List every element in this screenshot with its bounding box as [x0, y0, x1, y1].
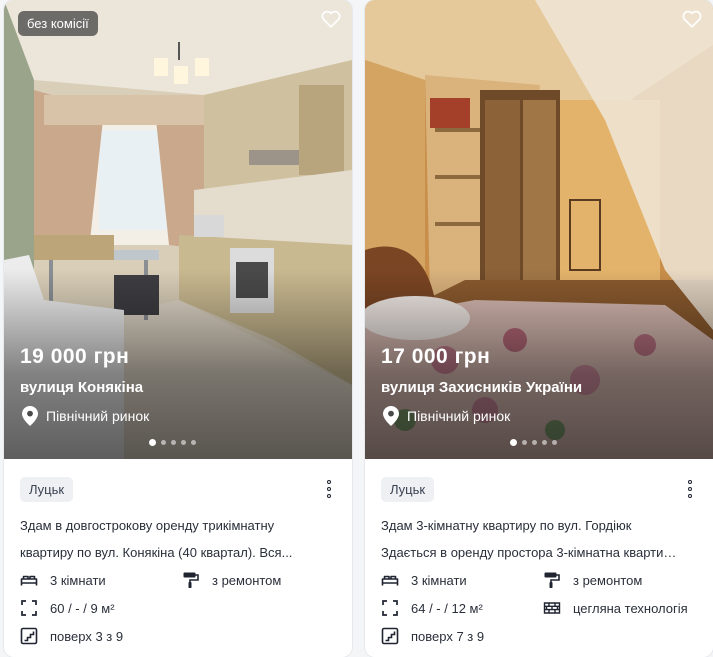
feature-label: 3 кімнати	[411, 572, 467, 588]
bed-icon	[381, 575, 399, 586]
description-line: Здам 3-кімнатну квартиру по вул. Гордіюк	[381, 518, 632, 533]
bed-icon	[20, 575, 38, 586]
feature-label: цегляна технологія	[573, 600, 688, 616]
feature-label: поверх 3 з 9	[50, 628, 124, 644]
photo-pagination[interactable]	[149, 439, 196, 446]
feature-floor: поверх 7 з 9	[381, 627, 484, 645]
paint-roller-icon	[544, 572, 560, 588]
map-pin-icon	[383, 406, 399, 426]
feature-label: з ремонтом	[573, 572, 643, 588]
paint-roller-icon	[183, 572, 199, 588]
kebab-menu-icon[interactable]	[326, 480, 332, 498]
listing-street: вулиця Захисників України	[381, 379, 583, 396]
heart-outline-icon[interactable]	[681, 8, 703, 30]
map-pin-icon	[22, 406, 38, 426]
photo-dot[interactable]	[542, 440, 547, 445]
listing-card[interactable]: без комісії 19 000 грн вулиця Конякіна П…	[4, 0, 352, 657]
listing-description[interactable]: Здам 3-кімнатну квартиру по вул. Гордіюк…	[381, 512, 679, 566]
location-label: Північний ринок	[46, 408, 150, 424]
feature-label: 64 / - / 12 м²	[411, 600, 483, 616]
listing-price: 19 000 грн	[20, 345, 130, 368]
listing-card[interactable]: 17 000 грн вулиця Захисників України Пів…	[365, 0, 713, 657]
listing-details: Луцьк Здам в довгострокову оренду трикім…	[4, 459, 352, 657]
location-label: Північний ринок	[407, 408, 511, 424]
photo-dot[interactable]	[191, 440, 196, 445]
feature-rooms: 3 кімнати	[20, 571, 106, 589]
area-frame-icon	[21, 600, 37, 616]
photo-dot[interactable]	[532, 440, 537, 445]
listing-location: Північний ринок	[22, 406, 149, 426]
feature-repair: з ремонтом	[182, 571, 281, 589]
photo-dot[interactable]	[161, 440, 166, 445]
city-tag[interactable]: Луцьк	[20, 477, 74, 502]
feature-label: поверх 7 з 9	[411, 628, 485, 644]
feature-area: 60 / - / 9 м²	[20, 599, 115, 617]
stairs-icon	[381, 627, 399, 645]
description-line: квартиру по вул. Конякіна (40 квартал). …	[20, 545, 293, 560]
listing-photo[interactable]: 17 000 грн вулиця Захисників України Пів…	[365, 0, 713, 459]
listing-details: Луцьк Здам 3-кімнатну квартиру по вул. Г…	[365, 459, 713, 657]
feature-label: 3 кімнати	[50, 572, 106, 588]
city-tag[interactable]: Луцьк	[381, 477, 435, 502]
listing-price: 17 000 грн	[381, 345, 491, 368]
feature-repair: з ремонтом	[543, 571, 642, 589]
photo-dot[interactable]	[510, 439, 517, 446]
feature-rooms: 3 кімнати	[381, 571, 467, 589]
feature-label: з ремонтом	[212, 572, 282, 588]
kebab-menu-icon[interactable]	[687, 480, 693, 498]
listing-street: вулиця Конякіна	[20, 379, 144, 396]
feature-floor: поверх 3 з 9	[20, 627, 123, 645]
brick-wall-icon	[543, 602, 561, 614]
description-line: Здається в оренду простора 3-кімнатна кв…	[381, 545, 679, 560]
photo-dot[interactable]	[522, 440, 527, 445]
listing-location: Північний ринок	[383, 406, 510, 426]
feature-label: 60 / - / 9 м²	[50, 600, 115, 616]
photo-pagination[interactable]	[510, 439, 557, 446]
photo-dot[interactable]	[149, 439, 156, 446]
description-line: Здам в довгострокову оренду трикімнатну	[20, 518, 275, 533]
listing-description[interactable]: Здам в довгострокову оренду трикімнатну …	[20, 512, 318, 566]
photo-dot[interactable]	[171, 440, 176, 445]
feature-area: 64 / - / 12 м²	[381, 599, 483, 617]
photo-dot[interactable]	[552, 440, 557, 445]
heart-outline-icon[interactable]	[320, 8, 342, 30]
area-frame-icon	[382, 600, 398, 616]
listing-photo[interactable]: без комісії 19 000 грн вулиця Конякіна П…	[4, 0, 352, 459]
feature-technology: цегляна технологія	[543, 599, 688, 617]
no-commission-badge: без комісії	[18, 11, 98, 36]
stairs-icon	[20, 627, 38, 645]
photo-dot[interactable]	[181, 440, 186, 445]
